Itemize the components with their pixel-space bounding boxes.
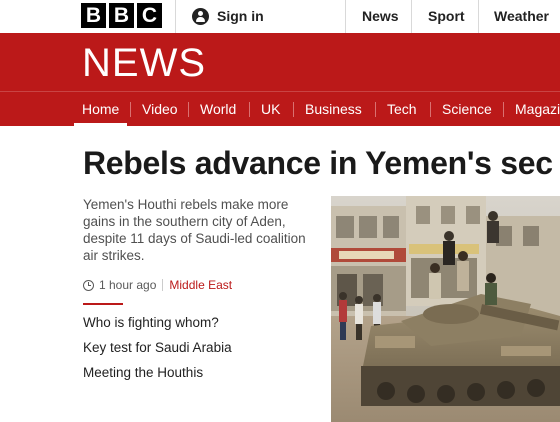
- bbc-logo-letter-b2: B: [109, 3, 134, 28]
- nav-item-label: Home: [82, 101, 120, 117]
- timestamp: 1 hour ago: [99, 278, 157, 292]
- nav-item-video[interactable]: Video: [142, 92, 178, 126]
- nav-item-label: Magazi: [515, 101, 560, 117]
- nav-item-label: Tech: [387, 101, 417, 117]
- signin-button[interactable]: Sign in: [192, 6, 264, 26]
- related-divider: [83, 303, 123, 305]
- top-bar: B B C Sign in News Sport Weather: [0, 0, 560, 34]
- article-photo[interactable]: [331, 196, 560, 422]
- signin-label: Sign in: [217, 8, 264, 24]
- nav-item-business[interactable]: Business: [305, 92, 362, 126]
- nav-item-magazine[interactable]: Magazi: [515, 92, 560, 126]
- top-link-weather[interactable]: Weather: [494, 8, 549, 24]
- nav-item-label: UK: [261, 101, 281, 117]
- news-logo[interactable]: NEWS: [82, 41, 206, 85]
- main-nav: Home Video World UK Business Tech Scienc…: [0, 91, 560, 126]
- bbc-logo-letter-b1: B: [81, 3, 106, 28]
- nav-item-tech[interactable]: Tech: [387, 92, 417, 126]
- nav-separator: [249, 102, 250, 117]
- nav-item-science[interactable]: Science: [442, 92, 492, 126]
- divider: [411, 0, 412, 33]
- divider: [345, 0, 346, 33]
- bbc-logo[interactable]: B B C: [81, 3, 162, 28]
- meta-separator: [162, 279, 164, 291]
- tank-street-photo: [331, 196, 560, 422]
- clock-icon: [83, 279, 94, 291]
- nav-separator: [375, 102, 376, 117]
- related-link[interactable]: Who is fighting whom?: [83, 315, 219, 330]
- divider: [175, 0, 176, 33]
- news-banner: NEWS: [0, 33, 560, 91]
- nav-separator: [430, 102, 431, 117]
- article-summary: Yemen's Houthi rebels make more gains in…: [83, 197, 306, 263]
- nav-separator: [130, 102, 131, 117]
- nav-item-label: Science: [442, 101, 492, 117]
- nav-separator: [503, 102, 504, 117]
- top-link-sport[interactable]: Sport: [428, 8, 465, 24]
- user-icon: [192, 7, 209, 25]
- top-link-news[interactable]: News: [362, 8, 399, 24]
- nav-item-label: Business: [305, 101, 362, 117]
- category-link[interactable]: Middle East: [169, 278, 232, 292]
- article-meta: 1 hour ago Middle East: [83, 278, 232, 292]
- nav-item-label: Video: [142, 101, 178, 117]
- divider: [478, 0, 479, 33]
- nav-item-label: World: [200, 101, 237, 117]
- related-link[interactable]: Meeting the Houthis: [83, 365, 203, 380]
- headline[interactable]: Rebels advance in Yemen's sec: [83, 145, 553, 182]
- nav-item-world[interactable]: World: [200, 92, 236, 126]
- nav-separator: [188, 102, 189, 117]
- bbc-logo-letter-c: C: [137, 3, 162, 28]
- nav-separator: [293, 102, 294, 117]
- nav-item-uk[interactable]: UK: [261, 92, 280, 126]
- related-link[interactable]: Key test for Saudi Arabia: [83, 340, 232, 355]
- nav-item-home[interactable]: Home: [74, 92, 128, 126]
